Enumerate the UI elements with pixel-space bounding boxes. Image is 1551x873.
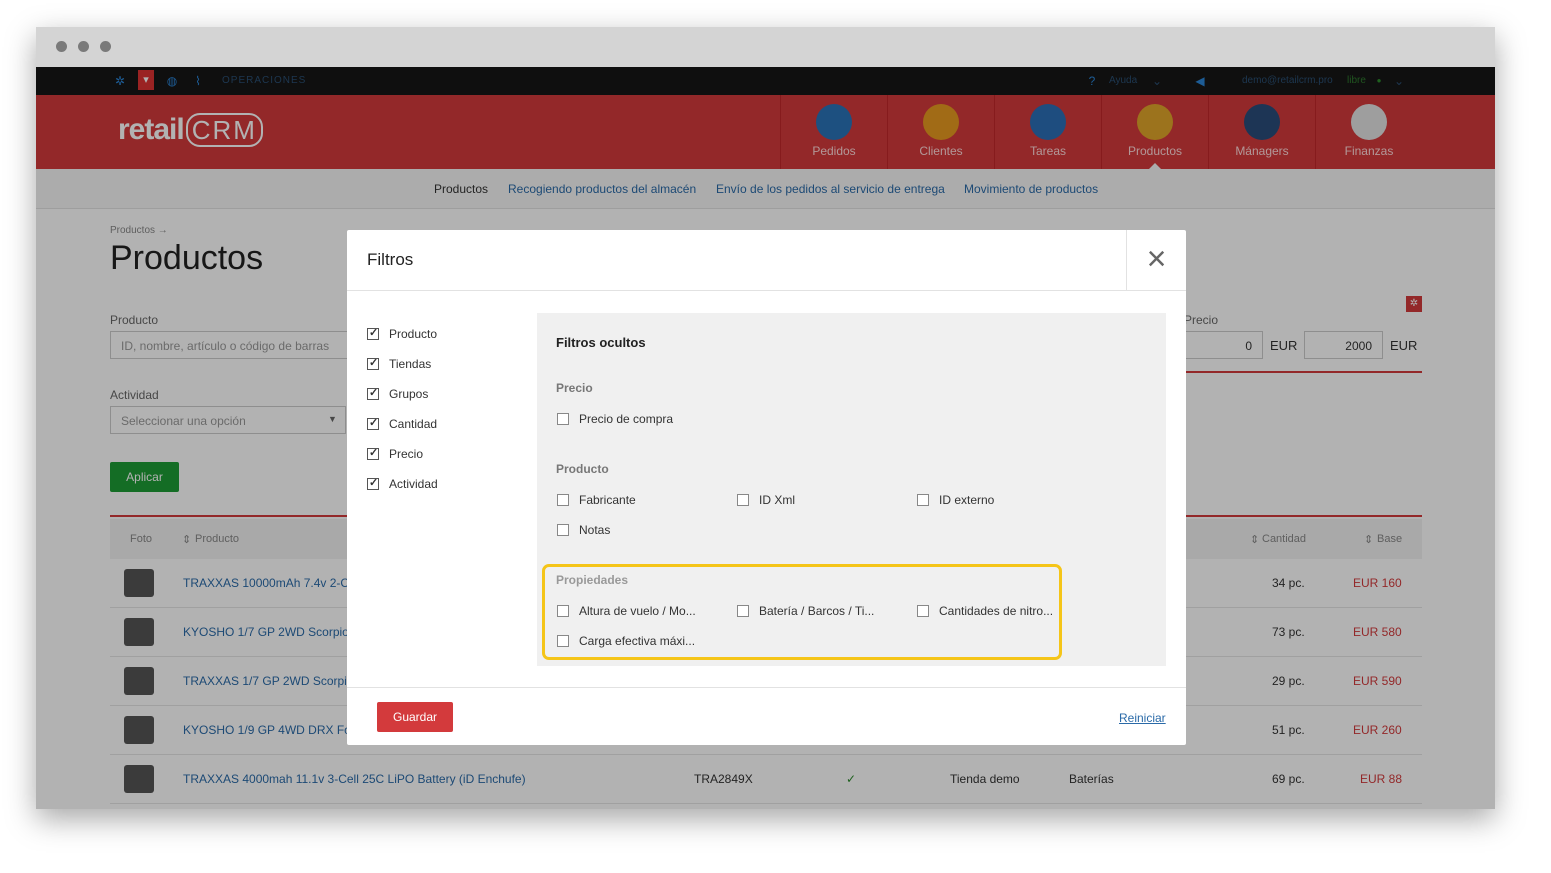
save-button[interactable]: Guardar (377, 702, 453, 732)
section-precio: Precio (556, 381, 593, 395)
window-dot-minimize[interactable] (78, 41, 89, 52)
label-active-actividad[interactable]: Actividad (389, 477, 438, 491)
checkbox-active-producto[interactable] (367, 326, 379, 340)
label-fabricante[interactable]: Fabricante (579, 493, 636, 507)
label-active-grupos[interactable]: Grupos (389, 387, 428, 401)
checkbox-active-precio[interactable] (367, 446, 379, 460)
window-dot-close[interactable] (56, 41, 67, 52)
hidden-filters-title: Filtros ocultos (556, 335, 646, 350)
modal-footer-divider (347, 687, 1186, 688)
checkbox-notas[interactable] (557, 524, 569, 536)
label-id-xml[interactable]: ID Xml (759, 493, 795, 507)
checkbox-active-actividad[interactable] (367, 476, 379, 490)
section-producto: Producto (556, 462, 609, 476)
label-notas[interactable]: Notas (579, 523, 610, 537)
checkbox-active-cantidad[interactable] (367, 416, 379, 430)
label-active-precio[interactable]: Precio (389, 447, 423, 461)
filters-modal: Filtros × Producto Tiendas Grupos Cantidad P… (347, 230, 1186, 745)
reset-link[interactable]: Reiniciar (1119, 711, 1166, 725)
modal-header-divider (347, 290, 1186, 291)
propiedades-highlight (542, 564, 1062, 660)
close-icon[interactable]: × (1126, 230, 1186, 290)
label-active-producto[interactable]: Producto (389, 327, 437, 341)
browser-window: ✲ ▾ ◍ ⌇ OPERACIONES ? Ayuda ⌄ ◀ demo@ret… (36, 27, 1495, 809)
checkbox-precio-de-compra[interactable] (557, 413, 569, 425)
window-dot-maximize[interactable] (100, 41, 111, 52)
window-chrome (36, 27, 1495, 67)
label-id-externo[interactable]: ID externo (939, 493, 994, 507)
modal-title: Filtros (367, 250, 414, 269)
label-precio-de-compra[interactable]: Precio de compra (579, 412, 673, 426)
checkbox-active-tiendas[interactable] (367, 356, 379, 370)
checkbox-id-xml[interactable] (737, 494, 749, 506)
label-active-cantidad[interactable]: Cantidad (389, 417, 437, 431)
checkbox-active-grupos[interactable] (367, 386, 379, 400)
checkbox-id-externo[interactable] (917, 494, 929, 506)
label-active-tiendas[interactable]: Tiendas (389, 357, 431, 371)
checkbox-fabricante[interactable] (557, 494, 569, 506)
